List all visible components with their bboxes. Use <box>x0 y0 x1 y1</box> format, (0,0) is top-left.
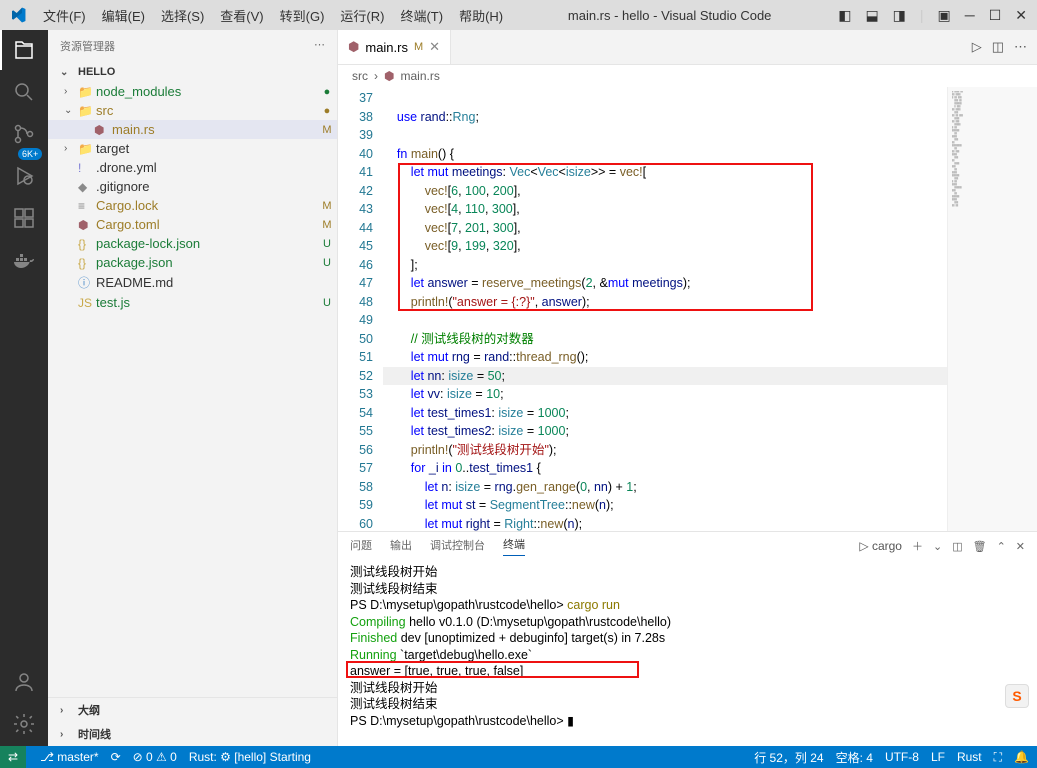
cursor-position[interactable]: 行 52，列 24 <box>754 749 823 766</box>
panel-tab-输出[interactable]: 输出 <box>390 537 412 556</box>
title-bar: 文件(F)编辑(E)选择(S)查看(V)转到(G)运行(R)终端(T)帮助(H)… <box>0 0 1037 30</box>
file-.drone.yml[interactable]: !.drone.yml <box>48 158 337 177</box>
accounts-icon[interactable] <box>12 670 36 694</box>
split-terminal-icon[interactable]: ◫ <box>952 540 962 553</box>
tab-status: M <box>414 41 423 53</box>
status-bar: ⇄ ⎇ master* ⟳ ⊘ 0 ⚠ 0 Rust: ⚙ [hello] St… <box>0 746 1037 768</box>
more-actions-icon[interactable]: ⋯ <box>1014 39 1027 55</box>
layout-bottom-icon[interactable]: ⬓ <box>865 7 878 24</box>
docker-icon[interactable] <box>12 248 36 272</box>
run-debug-icon[interactable] <box>12 164 36 188</box>
file-package.json[interactable]: {}package.jsonU <box>48 253 337 272</box>
terminal-dropdown-icon[interactable]: ⌄ <box>933 540 942 553</box>
extensions-icon[interactable] <box>12 206 36 230</box>
line-gutter: 3738394041424344454647484950515253545556… <box>338 87 383 531</box>
tab-main-rs[interactable]: ⬢ main.rs M ✕ <box>338 30 451 64</box>
menu-item[interactable]: 运行(R) <box>332 6 392 25</box>
menu-item[interactable]: 编辑(E) <box>94 6 153 25</box>
file-.gitignore[interactable]: ◆.gitignore <box>48 177 337 196</box>
menu-item[interactable]: 帮助(H) <box>451 6 511 25</box>
minimize-button[interactable]: ─ <box>965 7 975 23</box>
sidebar-more-icon[interactable]: ⋯ <box>314 38 325 54</box>
vscode-logo-icon <box>0 7 35 23</box>
menu-item[interactable]: 终端(T) <box>392 6 451 25</box>
close-button[interactable]: ✕ <box>1015 7 1027 24</box>
settings-gear-icon[interactable] <box>12 712 36 736</box>
editor-group: ⬢ main.rs M ✕ ▷ ◫ ⋯ src› ⬢main.rs 373839… <box>338 30 1037 746</box>
editor-tabs: ⬢ main.rs M ✕ ▷ ◫ ⋯ <box>338 30 1037 65</box>
tab-label: main.rs <box>365 40 408 55</box>
outline-section[interactable]: ›时间线 <box>48 722 337 746</box>
menu-item[interactable]: 文件(F) <box>35 6 94 25</box>
breadcrumb[interactable]: src› ⬢main.rs <box>338 65 1037 87</box>
sync-icon[interactable]: ⟳ <box>111 750 121 764</box>
language-mode[interactable]: Rust <box>957 750 982 764</box>
panel-tab-终端[interactable]: 终端 <box>503 536 525 556</box>
notifications-icon[interactable]: 🔔 <box>1014 750 1029 764</box>
remote-indicator[interactable]: ⇄ <box>0 746 26 768</box>
sidebar-title: 资源管理器 <box>60 38 115 54</box>
new-terminal-icon[interactable]: ＋ <box>912 538 923 554</box>
explorer-sidebar: 资源管理器 ⋯ ⌄HELLO ›📁node_modules●⌄📁src●⬢mai… <box>48 30 338 746</box>
outline-section[interactable]: ›大纲 <box>48 698 337 722</box>
menu-item[interactable]: 选择(S) <box>153 6 212 25</box>
problems-status[interactable]: ⊘ 0 ⚠ 0 <box>133 750 177 764</box>
run-code-icon[interactable]: ▷ <box>972 39 982 55</box>
file-tree: ›📁node_modules●⌄📁src●⬢main.rsM›📁target!.… <box>48 82 337 697</box>
file-package-lock.json[interactable]: {}package-lock.jsonU <box>48 234 337 253</box>
file-target[interactable]: ›📁target <box>48 139 337 158</box>
indentation[interactable]: 空格: 4 <box>836 749 873 766</box>
eol[interactable]: LF <box>931 750 945 764</box>
file-Cargo.toml[interactable]: ⬢Cargo.tomlM <box>48 215 337 234</box>
file-node_modules[interactable]: ›📁node_modules● <box>48 82 337 101</box>
panel-tab-问题[interactable]: 问题 <box>350 537 372 556</box>
menu-bar: 文件(F)编辑(E)选择(S)查看(V)转到(G)运行(R)终端(T)帮助(H) <box>35 6 511 25</box>
rust-analyzer-status[interactable]: Rust: ⚙ [hello] Starting <box>189 750 311 764</box>
file-README.md[interactable]: ⓘREADME.md <box>48 272 337 293</box>
code-editor[interactable]: use rand::Rng; fn main() { let mut meeti… <box>383 87 947 531</box>
panel-tab-调试控制台[interactable]: 调试控制台 <box>430 537 485 556</box>
minimap[interactable]: █ ████ ████ █████ ██ ███ ███ ██ ██████ █… <box>947 87 1037 531</box>
file-src[interactable]: ⌄📁src● <box>48 101 337 120</box>
layout-right-icon[interactable]: ◨ <box>893 7 906 24</box>
split-editor-icon[interactable]: ◫ <box>992 39 1004 55</box>
file-main.rs[interactable]: ⬢main.rsM <box>48 120 337 139</box>
menu-item[interactable]: 查看(V) <box>212 6 271 25</box>
maximize-panel-icon[interactable]: ⌃ <box>997 540 1006 553</box>
encoding[interactable]: UTF-8 <box>885 750 919 764</box>
layout-left-icon[interactable]: ◧ <box>838 7 851 24</box>
window-title: main.rs - hello - Visual Studio Code <box>511 8 828 23</box>
bottom-panel: 问题输出调试控制台终端 ▷ cargo ＋ ⌄ ◫ 🗑 ⌃ ✕ 测试线段树开始测… <box>338 531 1037 746</box>
git-branch[interactable]: ⎇ master* <box>40 750 99 764</box>
layout-customize-icon[interactable]: ▣ <box>938 7 951 24</box>
activity-bar: 6K+ <box>0 30 48 746</box>
source-control-icon[interactable] <box>12 122 36 146</box>
maximize-button[interactable]: ☐ <box>989 7 1002 24</box>
feedback-icon[interactable]: ⛶ <box>994 750 1002 765</box>
terminal-output[interactable]: 测试线段树开始测试线段树结束PS D:\mysetup\gopath\rustc… <box>338 560 1037 746</box>
scm-badge: 6K+ <box>18 148 42 160</box>
kill-terminal-icon[interactable]: 🗑 <box>973 540 987 553</box>
search-icon[interactable] <box>12 80 36 104</box>
file-test.js[interactable]: JStest.jsU <box>48 293 337 312</box>
menu-item[interactable]: 转到(G) <box>272 6 333 25</box>
file-Cargo.lock[interactable]: ≡Cargo.lockM <box>48 196 337 215</box>
tab-close-icon[interactable]: ✕ <box>429 39 440 55</box>
rust-file-icon: ⬢ <box>348 39 359 55</box>
ime-indicator[interactable]: S <box>1005 684 1029 708</box>
close-panel-icon[interactable]: ✕ <box>1016 540 1025 553</box>
folder-root[interactable]: ⌄HELLO <box>48 62 337 82</box>
explorer-icon[interactable] <box>12 38 36 62</box>
